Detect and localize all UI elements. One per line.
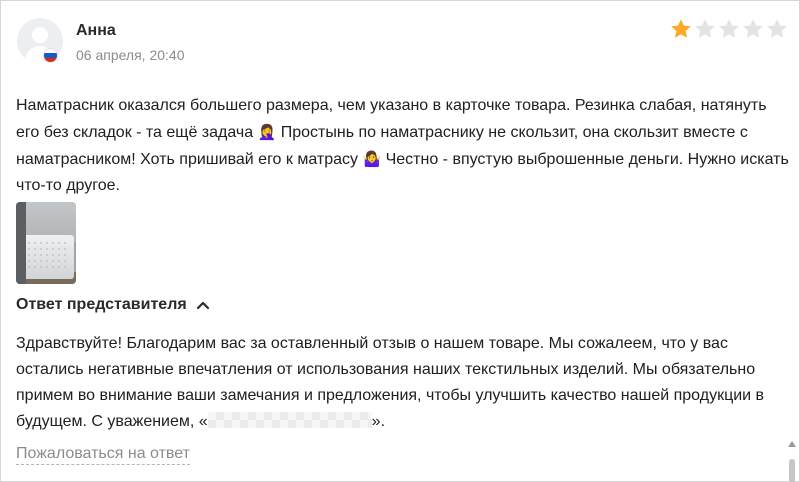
- star-icon: [669, 17, 693, 41]
- star-icon: [741, 17, 765, 41]
- author-name: Анна: [76, 22, 116, 39]
- review-date: 06 апреля, 20:40: [76, 47, 185, 63]
- chevron-up-icon: [196, 301, 209, 310]
- review-text: Наматрасник оказался большего размера, ч…: [16, 93, 791, 199]
- scroll-thumb[interactable]: [789, 459, 795, 482]
- star-icon: [693, 17, 717, 41]
- star-icon: [717, 17, 741, 41]
- review-photo-thumbnail[interactable]: [16, 202, 76, 284]
- reply-text-end: ».: [371, 413, 386, 430]
- scroll-up-arrow-icon[interactable]: [788, 441, 796, 447]
- redacted-signature: [207, 412, 372, 428]
- star-icon: [765, 17, 789, 41]
- reply-text-main: Здравствуйте! Благодарим вас за оставлен…: [16, 335, 765, 430]
- complain-link[interactable]: Пожаловаться на ответ: [16, 444, 190, 465]
- reply-text: Здравствуйте! Благодарим вас за оставлен…: [16, 331, 791, 435]
- scrollbar[interactable]: [788, 421, 796, 482]
- facepalm-emoji: 🤦‍♀️: [257, 123, 277, 141]
- avatar-head: [32, 27, 48, 43]
- review-card: Анна 06 апреля, 20:40 Наматрасник оказал…: [0, 0, 800, 482]
- reply-title: Ответ представителя: [16, 296, 187, 313]
- shrug-emoji: 🤷‍♀️: [362, 150, 382, 168]
- star-rating: [669, 17, 789, 41]
- russia-flag-icon: [43, 48, 58, 63]
- reply-toggle[interactable]: Ответ представителя: [16, 296, 210, 314]
